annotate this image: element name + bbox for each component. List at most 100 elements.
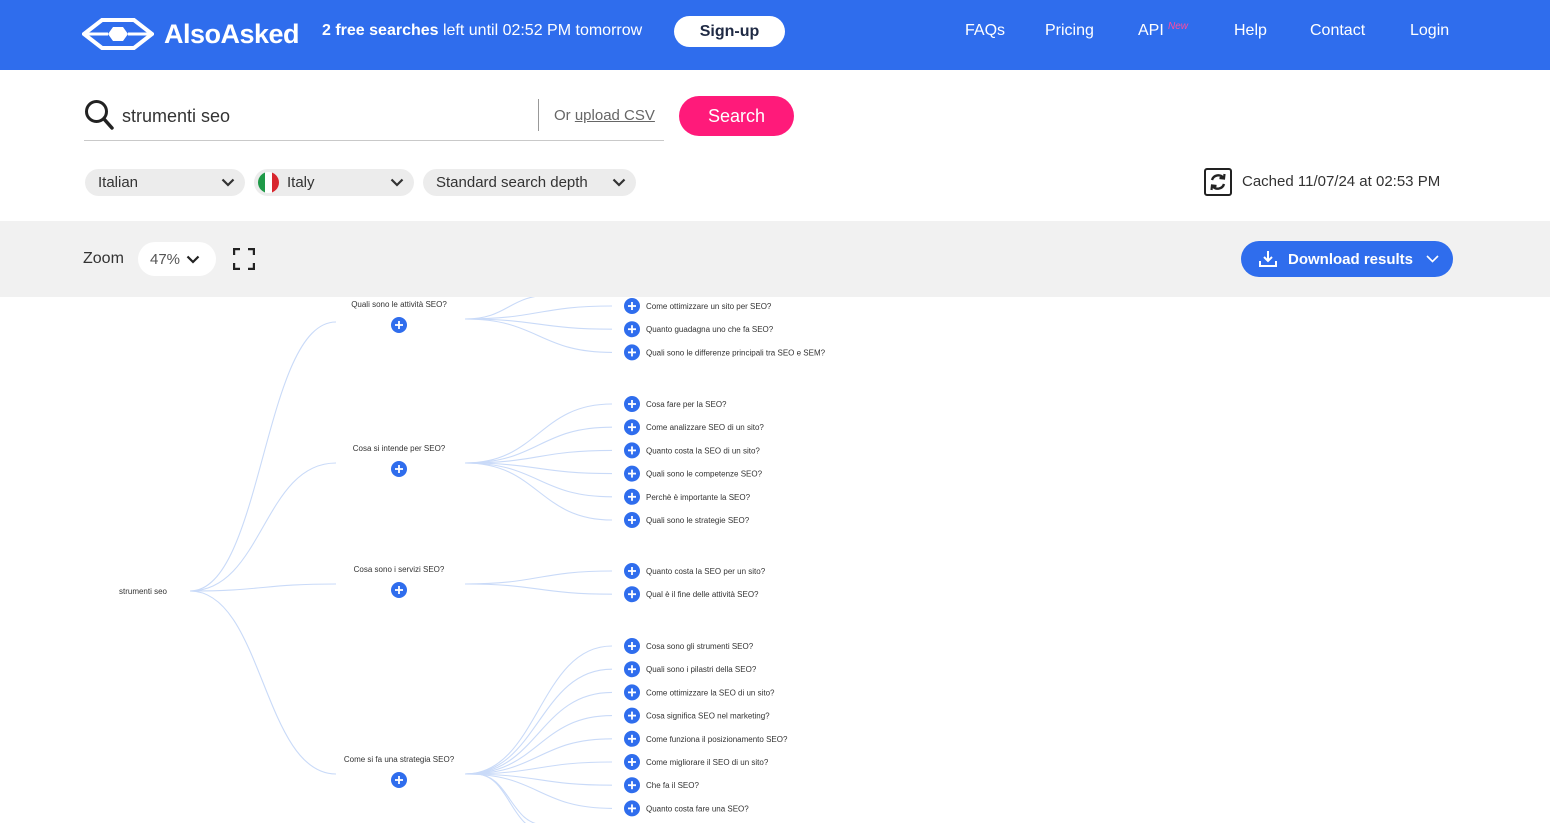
child-question-label: Come migliorare il SEO di un sito? [646,758,769,767]
nav-faqs[interactable]: FAQs [965,22,1005,40]
child-expand-button[interactable] [624,488,640,505]
country-value: Italy [287,174,315,191]
child-question-label: Cosa fare per la SEO? [646,400,727,409]
child-expand-button[interactable] [624,777,640,794]
child-expand-button[interactable] [624,321,640,338]
nav-help[interactable]: Help [1234,22,1267,40]
child-question-label: Come ottimizzare la SEO di un sito? [646,688,775,697]
search-input[interactable] [122,102,532,130]
child-question-label: Come funziona il posizionamento SEO? [646,735,788,744]
child-expand-button[interactable] [624,344,640,361]
chevron-down-icon [1426,255,1439,263]
search-depth-value: Standard search depth [436,174,588,191]
chevron-down-icon [612,178,626,187]
download-icon [1259,251,1277,267]
search-icon [85,100,114,130]
branch-expand-button[interactable] [391,317,407,333]
nav-login[interactable]: Login [1410,22,1449,40]
child-expand-button[interactable] [624,512,640,528]
zoom-select[interactable]: 47% [138,242,216,276]
top-header: AlsoAsked 2 free searches left until 02:… [0,0,1550,70]
branch-expand-button[interactable] [391,772,407,788]
child-expand-button[interactable] [624,396,640,412]
child-question-label: Come ottimizzare un sito per SEO? [646,302,772,311]
upload-csv-link[interactable]: upload CSV [575,107,655,124]
branch-child-link [464,570,613,585]
child-expand-button[interactable] [624,684,640,701]
branch-child-link [464,668,613,775]
offscreen-link [464,297,536,320]
child-question-label: Perchè è importante la SEO? [646,493,751,502]
refresh-icon[interactable] [1204,168,1232,196]
child-expand-button[interactable] [624,465,640,482]
search-bar: Or upload CSV [84,96,664,141]
question-tree: strumenti seo Quali sono le attività SEO?… [0,297,1550,823]
signup-button[interactable]: Sign-up [674,16,785,47]
child-question-label: Quanto costa fare una SEO? [646,804,749,813]
child-question-label: Quanto guadagna uno che fa SEO? [646,325,774,334]
nav-contact[interactable]: Contact [1310,22,1365,40]
branch-question-label: Cosa sono i servizi SEO? [354,565,445,574]
root-branch-link [189,462,337,592]
root-branch-link [189,583,337,592]
root-branch-link [189,321,337,592]
child-question-label: Cosa significa SEO nel marketing? [646,712,770,721]
branch-child-link [464,691,613,775]
logo[interactable]: AlsoAsked [82,14,300,54]
search-divider [538,99,539,131]
free-searches-notice: 2 free searches left until 02:52 PM tomo… [322,22,642,40]
api-new-badge: New [1168,21,1189,32]
fullscreen-icon[interactable] [233,248,255,270]
branch-child-link [464,462,613,521]
cached-text: Cached 11/07/24 at 02:53 PM [1242,173,1441,190]
child-expand-button[interactable] [624,638,640,654]
chevron-down-icon [221,178,235,187]
results-toolbar: Zoom 47% Download results [0,221,1550,297]
zoom-value: 47% [150,251,181,268]
child-question-label: Quali sono i pilastri della SEO? [646,665,757,674]
search-button[interactable]: Search [679,96,794,136]
chevron-down-icon [186,255,200,264]
language-value: Italian [98,174,139,191]
child-question-label: Qual è il fine delle attività SEO? [646,590,759,599]
child-expand-button[interactable] [624,730,640,747]
download-results-button[interactable]: Download results [1241,241,1453,277]
italy-flag-icon [258,172,279,193]
child-expand-button[interactable] [624,800,640,817]
root-query-label: strumenti seo [119,587,168,596]
cached-status: Cached 11/07/24 at 02:53 PM [1204,168,1440,196]
child-expand-button[interactable] [624,298,640,314]
logo-text: AlsoAsked [164,18,300,49]
child-expand-button[interactable] [624,442,640,459]
child-question-label: Cosa sono gli strumenti SEO? [646,642,754,651]
child-question-label: Quanto costa la SEO di un sito? [646,446,760,455]
logo-icon [82,18,154,50]
branch-child-link [464,645,613,775]
child-expand-button[interactable] [624,419,640,436]
offscreen-link [474,773,536,823]
country-select[interactable]: Italy [254,169,414,196]
child-question-label: Come analizzare SEO di un sito? [646,423,764,432]
child-expand-button[interactable] [624,563,640,579]
child-question-label: Quali sono le differenze principali tra … [646,348,826,357]
quota-count: 2 free searches [322,22,439,39]
branch-child-link [464,583,613,595]
child-expand-button[interactable] [624,754,640,770]
child-expand-button[interactable] [624,661,640,678]
branch-expand-button[interactable] [391,582,407,598]
language-select[interactable]: Italian [85,169,245,196]
child-question-label: Quanto costa la SEO per un sito? [646,567,766,576]
branch-child-link [464,426,613,464]
child-expand-button[interactable] [624,586,640,603]
child-question-label: Quali sono le strategie SEO? [646,516,750,525]
branch-question-label: Come si fa una strategia SEO? [344,755,455,764]
search-depth-select[interactable]: Standard search depth [423,169,636,196]
nav-pricing[interactable]: Pricing [1045,22,1094,40]
branch-child-link [464,305,613,320]
child-expand-button[interactable] [624,707,640,724]
child-question-label: Quali sono le competenze SEO? [646,470,763,479]
branch-expand-button[interactable] [391,461,407,477]
nav-api[interactable]: API [1138,22,1164,40]
branch-child-link [464,403,613,464]
child-question-label: Che fa il SEO? [646,781,699,790]
